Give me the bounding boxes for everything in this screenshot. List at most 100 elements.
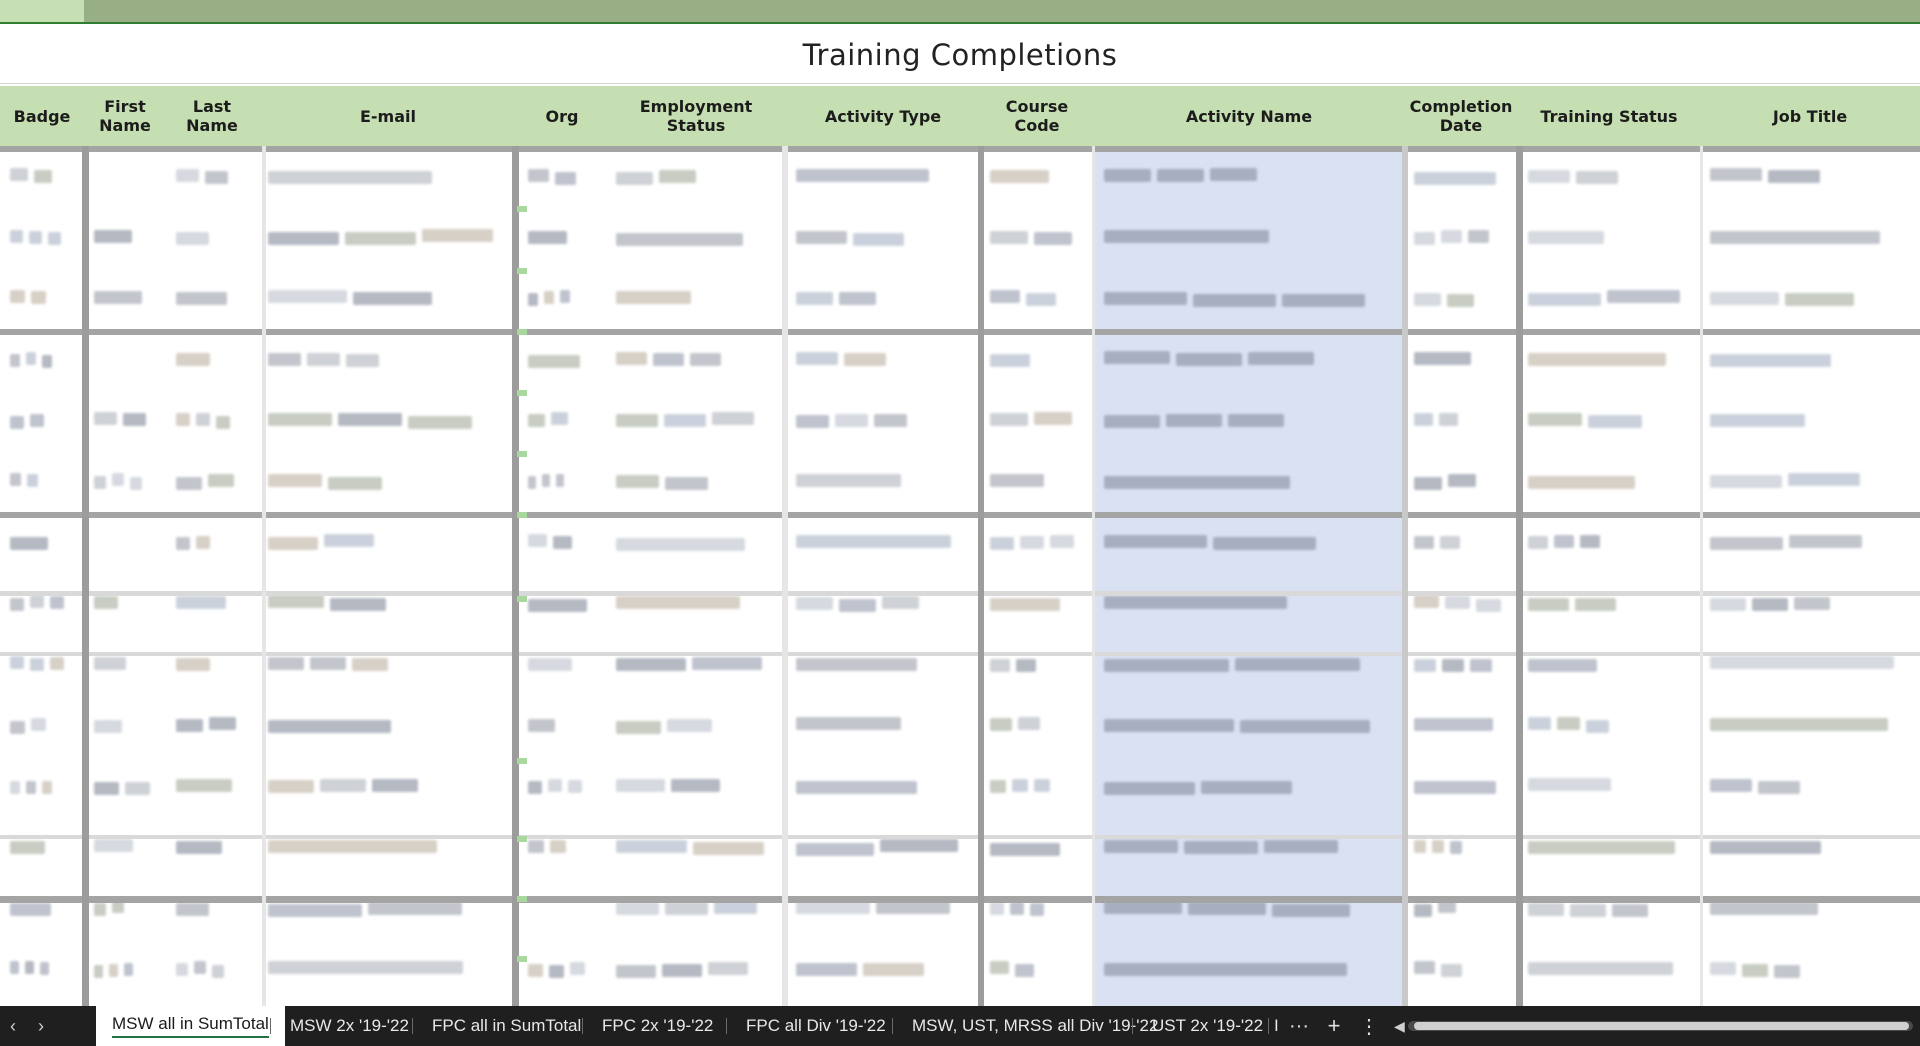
redacted-cell-text: [1710, 231, 1880, 244]
horizontal-scrollbar[interactable]: [1408, 1021, 1913, 1031]
header-badge[interactable]: Badge: [0, 86, 84, 146]
redacted-cell-text: [544, 291, 554, 304]
header-jtitle[interactable]: Job Title: [1700, 86, 1920, 146]
row-group-divider: [0, 591, 1920, 596]
redacted-cell-text: [1414, 172, 1496, 185]
redacted-cell-text: [368, 902, 462, 915]
sheet-tab[interactable]: UST 2x '19-'22: [1136, 1006, 1279, 1046]
redacted-cell-text: [176, 169, 199, 182]
data-body[interactable]: [0, 146, 1920, 1006]
redacted-cell-text: [1794, 597, 1830, 610]
tab-scroll-right-icon[interactable]: ›: [28, 1006, 54, 1046]
sheet-tab-label: MSW, UST, MRSS all Div '19-'22: [912, 1016, 1159, 1035]
cell-note-marker: [517, 206, 527, 212]
redacted-cell-text: [1015, 964, 1034, 977]
table-row[interactable]: [0, 695, 1920, 756]
table-row[interactable]: [0, 146, 1920, 207]
redacted-cell-text: [528, 476, 536, 489]
redacted-cell-text: [10, 903, 51, 916]
redacted-cell-text: [1104, 476, 1290, 489]
header-first[interactable]: First Name: [84, 86, 166, 146]
sheet-tab-bar: ‹ › MSW all in SumTotal MSW 2x '19-'22 FPC…: [0, 1006, 1920, 1046]
redacted-cell-text: [268, 232, 339, 245]
more-tabs-icon[interactable]: ···: [1286, 1006, 1312, 1046]
redacted-cell-text: [1414, 536, 1434, 549]
sheet-tab-label: MSW all in SumTotal: [112, 1014, 269, 1038]
redacted-cell-text: [560, 290, 570, 303]
redacted-cell-text: [10, 961, 19, 974]
header-tstatus[interactable]: Training Status: [1518, 86, 1700, 146]
redacted-cell-text: [616, 172, 653, 185]
redacted-cell-text: [1528, 536, 1548, 549]
scrollbar-thumb[interactable]: [1414, 1022, 1909, 1030]
header-last[interactable]: Last Name: [166, 86, 258, 146]
redacted-cell-text: [853, 233, 904, 246]
header-aname[interactable]: Activity Name: [1094, 86, 1404, 146]
redacted-cell-text: [528, 964, 543, 977]
header-code[interactable]: Course Code: [980, 86, 1094, 146]
redacted-cell-text: [1448, 474, 1476, 487]
sheet-tab[interactable]: FPC 2x '19-'22: [586, 1006, 729, 1046]
table-row[interactable]: [0, 268, 1920, 329]
table-row[interactable]: [0, 207, 1920, 268]
redacted-cell-text: [1441, 964, 1462, 977]
redacted-cell-text: [616, 538, 745, 551]
redacted-cell-text: [990, 598, 1060, 611]
redacted-cell-text: [10, 354, 20, 367]
table-row[interactable]: [0, 390, 1920, 451]
redacted-cell-text: [320, 779, 366, 792]
redacted-cell-text: [1710, 168, 1762, 181]
redacted-cell-text: [94, 903, 106, 916]
sheet-tab[interactable]: FPC all Div '19-'22: [730, 1006, 902, 1046]
redacted-cell-text: [528, 658, 572, 671]
redacted-cell-text: [268, 840, 437, 853]
header-cdate[interactable]: Completion Date: [1404, 86, 1518, 146]
table-row[interactable]: [0, 451, 1920, 512]
redacted-cell-text: [176, 413, 190, 426]
sheet-tab[interactable]: I: [1272, 1006, 1281, 1046]
header-emp[interactable]: Employment Status: [606, 86, 786, 146]
table-row[interactable]: [0, 512, 1920, 573]
sheet-options-icon[interactable]: ⋮: [1358, 1006, 1380, 1046]
table-row[interactable]: [0, 939, 1920, 1000]
header-atype[interactable]: Activity Type: [786, 86, 980, 146]
table-row[interactable]: [0, 878, 1920, 939]
redacted-cell-text: [555, 172, 576, 185]
redacted-cell-text: [1248, 352, 1314, 365]
redacted-cell-text: [10, 290, 25, 303]
redacted-cell-text: [1528, 413, 1582, 426]
redacted-cell-text: [268, 595, 324, 608]
sheet-tab[interactable]: MSW 2x '19-'22: [274, 1006, 425, 1046]
redacted-cell-text: [990, 961, 1009, 974]
row-group-divider: [0, 329, 1920, 335]
redacted-cell-text: [268, 961, 463, 974]
redacted-cell-text: [528, 599, 587, 612]
redacted-cell-text: [616, 291, 691, 304]
header-org[interactable]: Org: [518, 86, 606, 146]
redacted-cell-text: [1557, 717, 1580, 730]
tab-scroll-left-icon[interactable]: ‹: [0, 1006, 26, 1046]
hscroll-left-arrow-icon[interactable]: ◀: [1394, 1018, 1405, 1035]
header-email[interactable]: E-mail: [258, 86, 518, 146]
redacted-cell-text: [990, 231, 1028, 244]
table-row[interactable]: [0, 573, 1920, 634]
redacted-cell-text: [1282, 294, 1365, 307]
redacted-cell-text: [50, 596, 64, 609]
redacted-cell-text: [1414, 840, 1426, 853]
redacted-cell-text: [310, 657, 346, 670]
sheet-tab[interactable]: FPC all in SumTotal: [416, 1006, 597, 1046]
sheet-tab[interactable]: MSW all in SumTotal: [96, 1006, 285, 1046]
redacted-cell-text: [94, 657, 126, 670]
table-row[interactable]: [0, 756, 1920, 817]
redacted-cell-text: [176, 658, 210, 671]
redacted-cell-text: [990, 780, 1006, 793]
table-row[interactable]: [0, 634, 1920, 695]
add-sheet-icon[interactable]: +: [1320, 1006, 1348, 1046]
redacted-cell-text: [616, 658, 686, 671]
column-divider: [782, 146, 788, 1006]
sheet-tab-label: FPC all Div '19-'22: [746, 1016, 886, 1035]
table-row[interactable]: [0, 329, 1920, 390]
spreadsheet-grid[interactable]: Badge First Name Last Name E-mail Org Employm…: [0, 86, 1920, 1006]
redacted-cell-text: [528, 293, 538, 306]
table-row[interactable]: [0, 817, 1920, 878]
